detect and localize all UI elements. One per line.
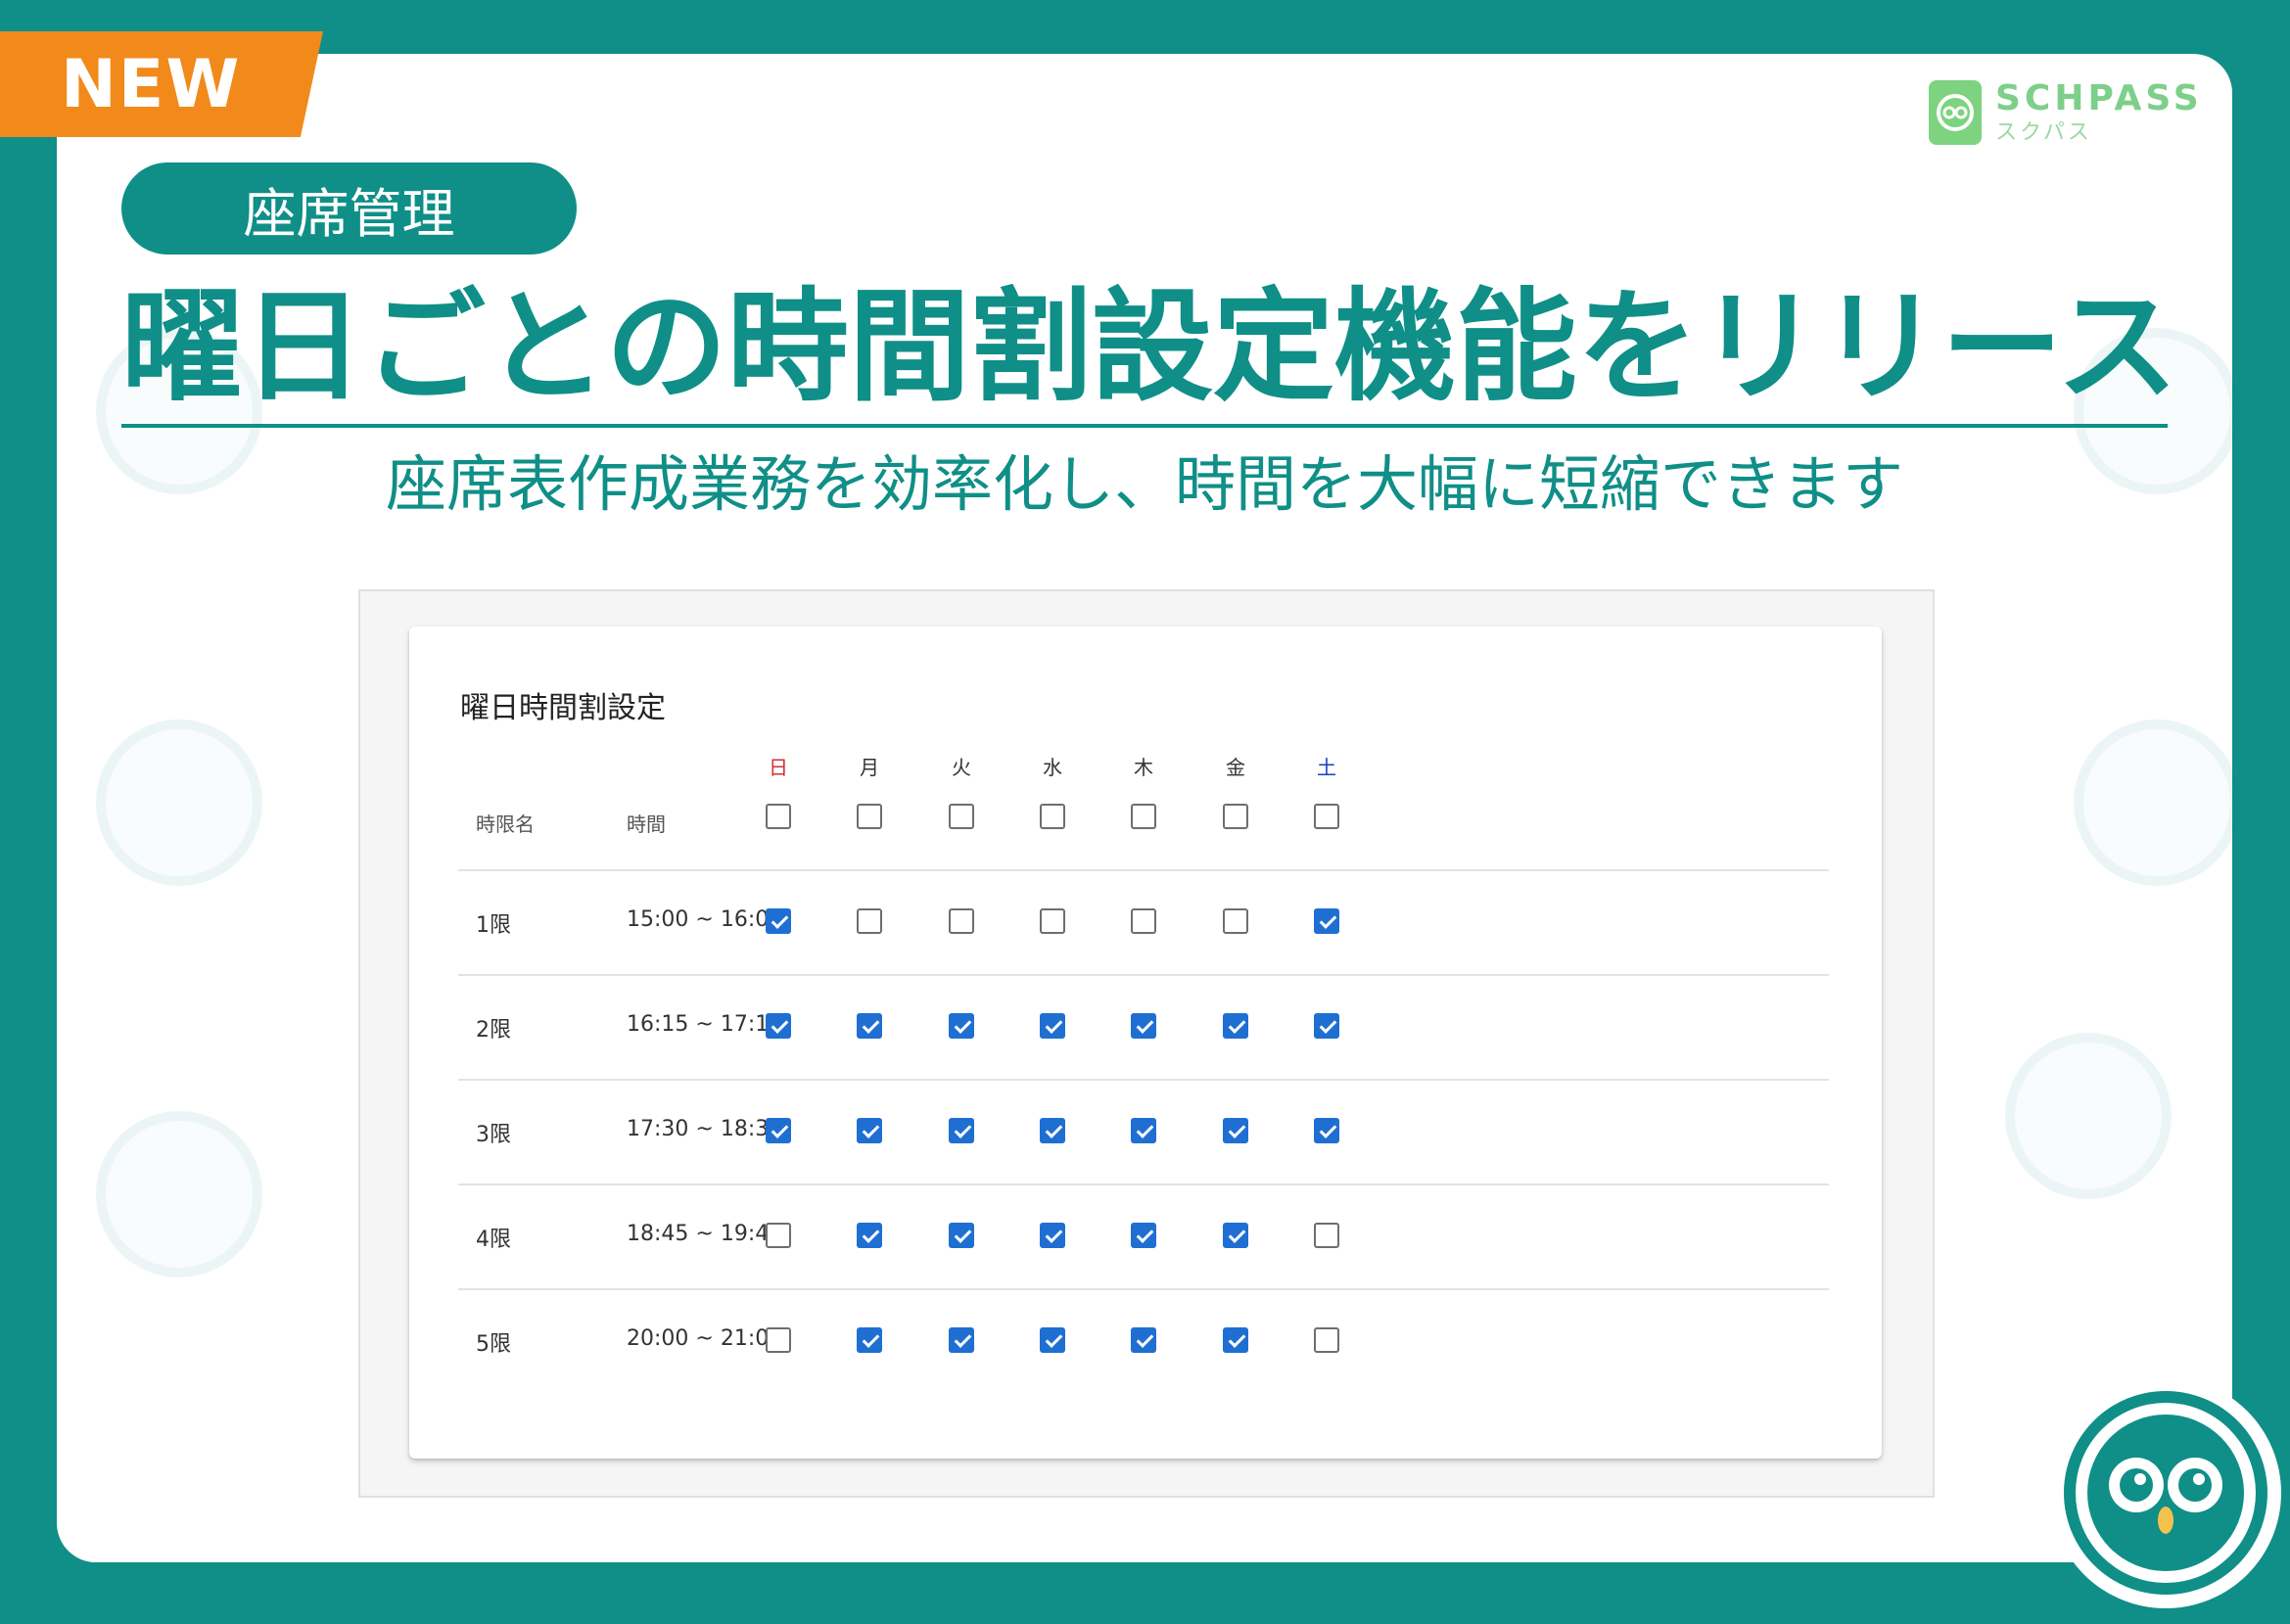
brand-name-en: SCHPASS xyxy=(1995,78,2203,118)
day-period-checkbox[interactable] xyxy=(949,1327,974,1353)
watermark-owl-icon xyxy=(2005,1033,2172,1199)
day-period-checkbox[interactable] xyxy=(1131,1118,1156,1143)
day-period-checkbox[interactable] xyxy=(1040,1327,1065,1353)
day-period-checkbox[interactable] xyxy=(1040,1013,1065,1039)
headline: 曜日ごとの時間割設定機能をリリース xyxy=(121,277,2178,418)
select-all-day-checkbox[interactable] xyxy=(1223,804,1248,829)
period-time: 15:00 ~ 16:00 xyxy=(627,907,783,932)
brand-name-ja: スクパス xyxy=(1995,120,2092,145)
row-divider xyxy=(458,974,1829,976)
day-period-checkbox[interactable] xyxy=(1314,1013,1339,1039)
mascot-owl-icon xyxy=(2038,1366,2290,1620)
day-period-checkbox[interactable] xyxy=(1040,1118,1065,1143)
day-period-checkbox[interactable] xyxy=(766,1118,791,1143)
period-time: 20:00 ~ 21:00 xyxy=(627,1326,783,1351)
new-badge: NEW xyxy=(0,31,323,137)
subheadline: 座席表作成業務を効率化し、時間を大幅に短縮できます xyxy=(385,448,1903,520)
day-period-checkbox[interactable] xyxy=(1314,1223,1339,1248)
select-all-day-checkbox[interactable] xyxy=(1314,804,1339,829)
day-period-checkbox[interactable] xyxy=(1131,1327,1156,1353)
day-period-checkbox[interactable] xyxy=(1314,1118,1339,1143)
day-label: 金 xyxy=(1226,756,1245,779)
day-period-checkbox[interactable] xyxy=(857,1013,882,1039)
day-period-checkbox[interactable] xyxy=(766,908,791,934)
select-all-day-checkbox[interactable] xyxy=(949,804,974,829)
period-name: 4限 xyxy=(476,1228,511,1252)
watermark-owl-icon xyxy=(96,719,262,886)
watermark-owl-icon xyxy=(96,1111,262,1277)
watermark-owl-icon xyxy=(2074,719,2240,886)
brand-logo: SCHPASS スクパス xyxy=(1929,78,2203,147)
day-period-checkbox[interactable] xyxy=(1131,1223,1156,1248)
day-period-checkbox[interactable] xyxy=(1040,1223,1065,1248)
divider xyxy=(121,424,2168,428)
day-label: 火 xyxy=(952,756,971,779)
day-period-checkbox[interactable] xyxy=(766,1013,791,1039)
select-all-day-checkbox[interactable] xyxy=(1040,804,1065,829)
day-label: 木 xyxy=(1134,756,1153,779)
row-divider xyxy=(458,1079,1829,1081)
day-period-checkbox[interactable] xyxy=(1314,1327,1339,1353)
day-period-checkbox[interactable] xyxy=(857,1118,882,1143)
period-name: 5限 xyxy=(476,1332,511,1357)
day-period-checkbox[interactable] xyxy=(1040,908,1065,934)
category-badge: 座席管理 xyxy=(121,162,577,255)
row-divider xyxy=(458,1288,1829,1290)
time-header: 時間 xyxy=(627,812,666,836)
period-name: 2限 xyxy=(476,1018,511,1043)
period-time: 16:15 ~ 17:15 xyxy=(627,1012,783,1037)
day-period-checkbox[interactable] xyxy=(949,908,974,934)
day-label: 水 xyxy=(1043,756,1062,779)
select-all-day-checkbox[interactable] xyxy=(1131,804,1156,829)
period-name-header: 時限名 xyxy=(476,812,535,836)
select-all-day-checkbox[interactable] xyxy=(766,804,791,829)
day-period-checkbox[interactable] xyxy=(857,1223,882,1248)
day-period-checkbox[interactable] xyxy=(1223,1118,1248,1143)
row-divider xyxy=(458,869,1829,871)
day-period-checkbox[interactable] xyxy=(766,1223,791,1248)
timetable-card: 曜日時間割設定 時限名 時間 日 月 火 水 木 金 土 1限 15:00 ~ 16:00 2限 1… xyxy=(409,626,1882,1459)
day-period-checkbox[interactable] xyxy=(857,1327,882,1353)
day-label: 日 xyxy=(769,756,788,779)
card-title: 曜日時間割設定 xyxy=(460,691,666,725)
day-label: 土 xyxy=(1317,756,1336,779)
select-all-day-checkbox[interactable] xyxy=(857,804,882,829)
period-time: 17:30 ~ 18:30 xyxy=(627,1117,783,1141)
day-period-checkbox[interactable] xyxy=(1223,1223,1248,1248)
day-period-checkbox[interactable] xyxy=(857,908,882,934)
day-period-checkbox[interactable] xyxy=(949,1223,974,1248)
day-period-checkbox[interactable] xyxy=(1223,908,1248,934)
period-time: 18:45 ~ 19:45 xyxy=(627,1222,783,1246)
period-name: 1限 xyxy=(476,913,511,938)
day-period-checkbox[interactable] xyxy=(1314,908,1339,934)
day-period-checkbox[interactable] xyxy=(949,1118,974,1143)
day-period-checkbox[interactable] xyxy=(1223,1013,1248,1039)
day-period-checkbox[interactable] xyxy=(1223,1327,1248,1353)
day-period-checkbox[interactable] xyxy=(1131,1013,1156,1039)
row-divider xyxy=(458,1183,1829,1185)
day-period-checkbox[interactable] xyxy=(766,1327,791,1353)
app-screenshot: 曜日時間割設定 時限名 時間 日 月 火 水 木 金 土 1限 15:00 ~ 16:00 2限 1… xyxy=(358,589,1935,1498)
day-label: 月 xyxy=(860,756,879,779)
day-period-checkbox[interactable] xyxy=(949,1013,974,1039)
logo-owl-icon xyxy=(1929,80,1982,145)
period-name: 3限 xyxy=(476,1123,511,1147)
day-period-checkbox[interactable] xyxy=(1131,908,1156,934)
